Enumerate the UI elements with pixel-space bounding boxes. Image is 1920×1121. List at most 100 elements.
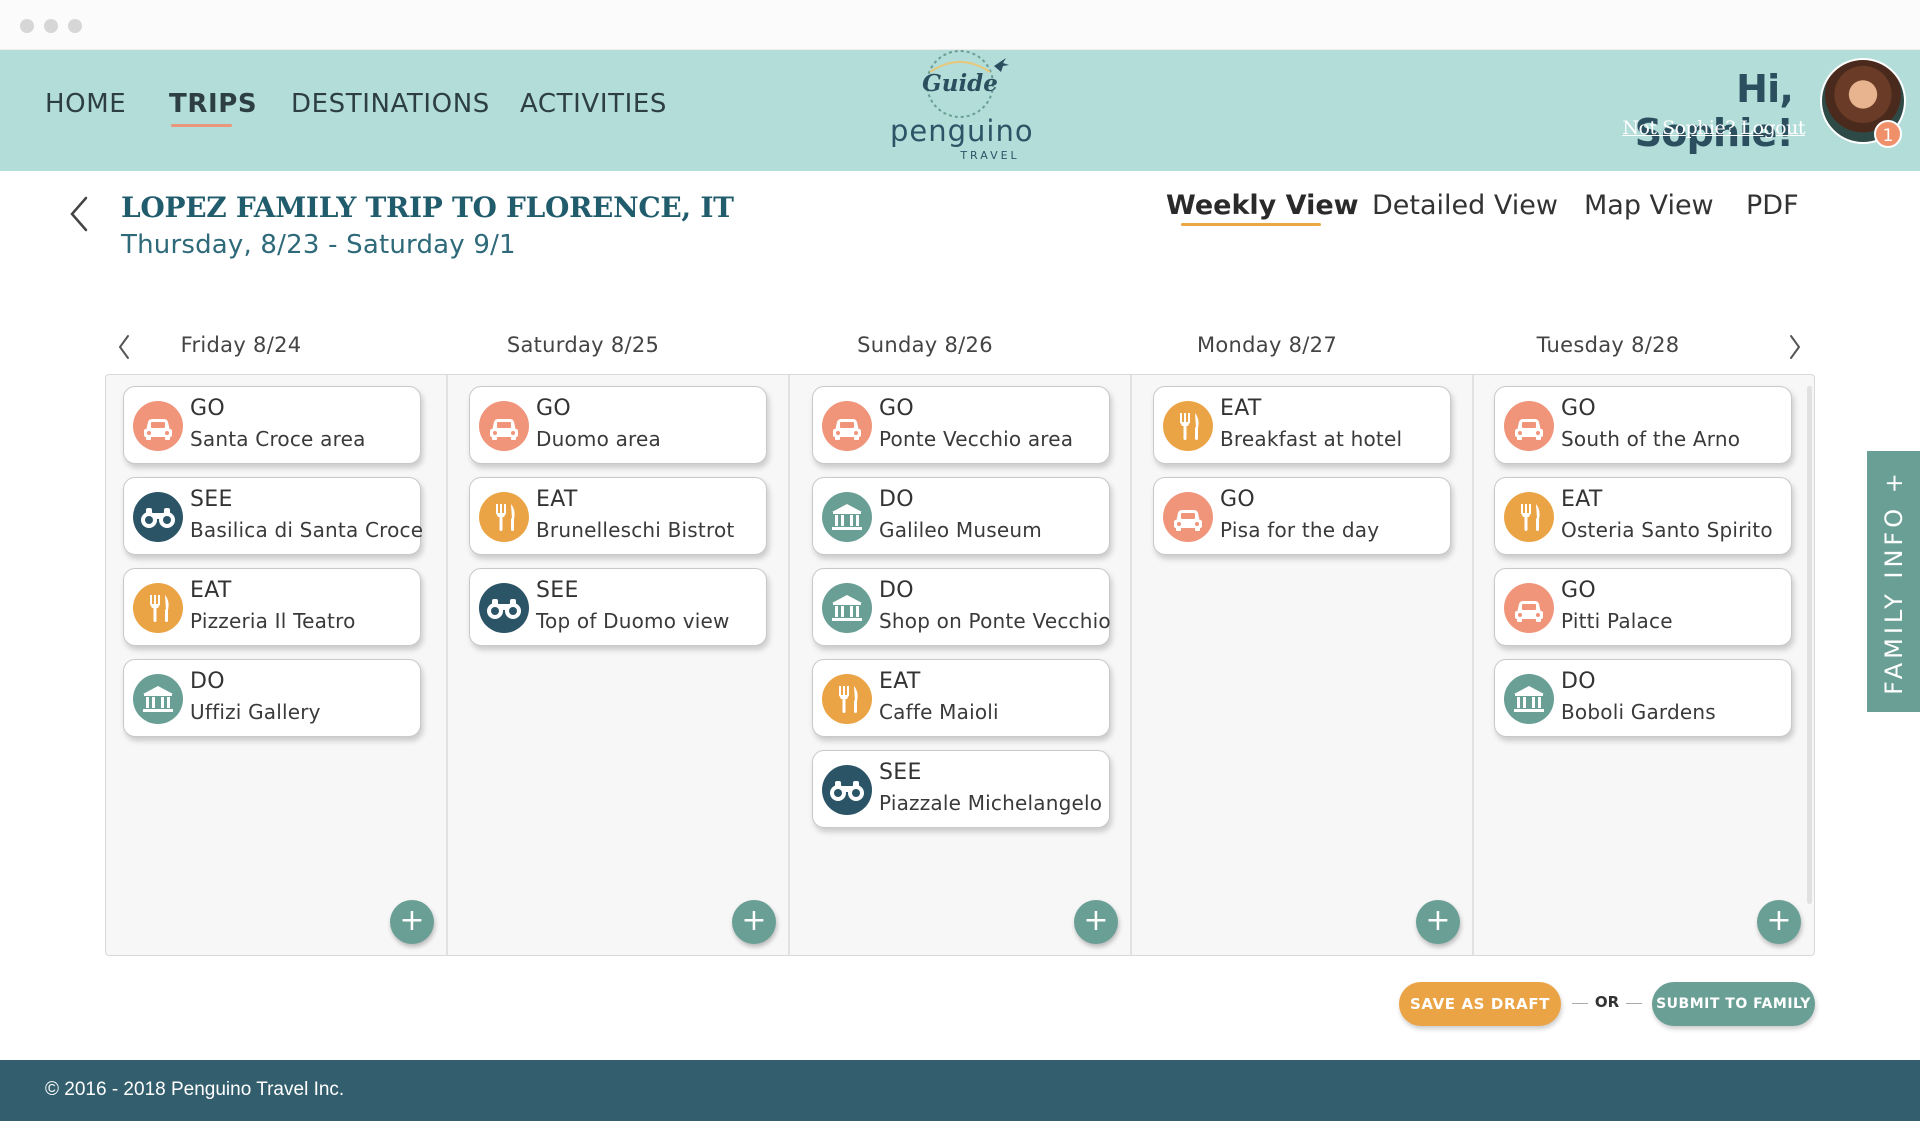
- activity-card[interactable]: DO Galileo Museum: [812, 477, 1110, 555]
- museum-icon: [133, 674, 183, 724]
- activity-type: EAT: [190, 578, 232, 603]
- activity-type: GO: [1220, 487, 1255, 512]
- activity-card[interactable]: EAT Pizzeria Il Teatro: [123, 568, 421, 646]
- activity-name: Galileo Museum: [879, 518, 1042, 542]
- footer-copyright: © 2016 - 2018 Penguino Travel Inc.: [45, 1079, 345, 1100]
- activity-card[interactable]: GO South of the Arno: [1494, 386, 1792, 464]
- activity-card[interactable]: EAT Brunelleschi Bistrot: [469, 477, 767, 555]
- family-info-plus-icon: +: [1879, 468, 1908, 493]
- submit-to-family-button[interactable]: SUBMIT TO FAMILY: [1652, 982, 1815, 1026]
- car-icon: [822, 401, 872, 451]
- tab-map-view[interactable]: Map View: [1584, 190, 1714, 221]
- activity-type: EAT: [1561, 487, 1603, 512]
- back-chevron-icon[interactable]: [66, 194, 92, 234]
- trip-title: LOPEZ FAMILY TRIP TO FLORENCE, IT: [121, 191, 734, 224]
- activity-type: EAT: [1220, 396, 1262, 421]
- nav-home[interactable]: HOME: [45, 89, 126, 119]
- window-minimize-dot[interactable]: [44, 19, 58, 33]
- activity-type: DO: [879, 578, 914, 603]
- activity-type: EAT: [536, 487, 578, 512]
- view-active-indicator: [1181, 223, 1321, 226]
- activity-card[interactable]: DO Uffizi Gallery: [123, 659, 421, 737]
- tab-weekly-view[interactable]: Weekly View: [1166, 190, 1359, 221]
- activity-card[interactable]: GO Pisa for the day: [1153, 477, 1451, 555]
- nav-destinations[interactable]: DESTINATIONS: [291, 89, 490, 119]
- activity-name: Ponte Vecchio area: [879, 427, 1074, 451]
- notification-badge[interactable]: 1: [1874, 120, 1902, 148]
- activity-type: GO: [536, 396, 571, 421]
- activity-name: Uffizi Gallery: [190, 700, 321, 724]
- car-icon: [1504, 583, 1554, 633]
- activity-type: SEE: [879, 760, 922, 785]
- museum-icon: [822, 492, 872, 542]
- activity-name: Caffe Maioli: [879, 700, 999, 724]
- fork-knife-icon: [133, 583, 183, 633]
- activity-type: SEE: [190, 487, 233, 512]
- fork-knife-icon: [479, 492, 529, 542]
- activity-card[interactable]: SEE Basilica di Santa Croce: [123, 477, 423, 555]
- window-close-dot[interactable]: [20, 19, 34, 33]
- activity-name: South of the Arno: [1561, 427, 1741, 451]
- activity-name: Brunelleschi Bistrot: [536, 518, 735, 542]
- car-icon: [479, 401, 529, 451]
- add-activity-button[interactable]: +: [732, 900, 776, 944]
- fork-knife-icon: [822, 674, 872, 724]
- activity-name: Pitti Palace: [1561, 609, 1673, 633]
- logo-script: Guide: [922, 70, 998, 97]
- logout-link[interactable]: Not Sophie? Logout: [1570, 117, 1805, 139]
- activity-name: Shop on Ponte Vecchio: [879, 609, 1111, 633]
- add-activity-button[interactable]: +: [1416, 900, 1460, 944]
- museum-icon: [822, 583, 872, 633]
- nav-active-indicator: [171, 124, 232, 127]
- or-separator: OR: [1594, 993, 1620, 1011]
- penguino-logo[interactable]: Guide penguino TRAVEL: [890, 48, 1034, 166]
- fork-knife-icon: [1163, 401, 1213, 451]
- board-scrollbar[interactable]: [1807, 386, 1812, 904]
- activity-type: GO: [1561, 396, 1596, 421]
- nav-trips[interactable]: TRIPS: [169, 89, 257, 119]
- day-header-0: Friday 8/24: [180, 333, 302, 357]
- activity-card[interactable]: EAT Osteria Santo Spirito: [1494, 477, 1792, 555]
- window-maximize-dot[interactable]: [68, 19, 82, 33]
- binoculars-icon: [133, 492, 183, 542]
- activity-name: Duomo area: [536, 427, 661, 451]
- add-activity-button[interactable]: +: [1757, 900, 1801, 944]
- activity-type: GO: [190, 396, 225, 421]
- activity-card[interactable]: SEE Top of Duomo view: [469, 568, 767, 646]
- activity-card[interactable]: GO Ponte Vecchio area: [812, 386, 1110, 464]
- logo-name: penguino: [890, 114, 1034, 148]
- tab-detailed-view[interactable]: Detailed View: [1372, 190, 1558, 221]
- activity-name: Pisa for the day: [1220, 518, 1380, 542]
- add-activity-button[interactable]: +: [1074, 900, 1118, 944]
- car-icon: [1163, 492, 1213, 542]
- activity-card[interactable]: DO Boboli Gardens: [1494, 659, 1792, 737]
- activity-type: DO: [190, 669, 225, 694]
- activity-card[interactable]: EAT Breakfast at hotel: [1153, 386, 1451, 464]
- day-header-3: Monday 8/27: [1196, 333, 1338, 357]
- nav-activities[interactable]: ACTIVITIES: [520, 89, 667, 119]
- activity-card[interactable]: DO Shop on Ponte Vecchio: [812, 568, 1111, 646]
- family-info-label: FAMILY INFO: [1879, 504, 1908, 695]
- tab-pdf[interactable]: PDF: [1746, 190, 1799, 221]
- or-divider-right: [1626, 1003, 1642, 1004]
- activity-name: Osteria Santo Spirito: [1561, 518, 1773, 542]
- logo-sub: TRAVEL: [960, 149, 1020, 162]
- activity-card[interactable]: SEE Piazzale Michelangelo: [812, 750, 1110, 828]
- next-days-chevron-icon[interactable]: [1786, 332, 1804, 362]
- day-header-1: Saturday 8/25: [506, 333, 660, 357]
- save-as-draft-button[interactable]: SAVE AS DRAFT: [1399, 982, 1561, 1026]
- binoculars-icon: [479, 583, 529, 633]
- activity-name: Pizzeria Il Teatro: [190, 609, 356, 633]
- day-header-4: Tuesday 8/28: [1536, 333, 1680, 357]
- fork-knife-icon: [1504, 492, 1554, 542]
- activity-card[interactable]: GO Duomo area: [469, 386, 767, 464]
- activity-name: Top of Duomo view: [536, 609, 730, 633]
- activity-card[interactable]: GO Santa Croce area: [123, 386, 421, 464]
- activity-type: DO: [1561, 669, 1596, 694]
- activity-type: SEE: [536, 578, 579, 603]
- activity-name: Boboli Gardens: [1561, 700, 1716, 724]
- add-activity-button[interactable]: +: [390, 900, 434, 944]
- family-info-tab[interactable]: FAMILY INFO +: [1867, 451, 1920, 712]
- activity-card[interactable]: GO Pitti Palace: [1494, 568, 1792, 646]
- activity-card[interactable]: EAT Caffe Maioli: [812, 659, 1110, 737]
